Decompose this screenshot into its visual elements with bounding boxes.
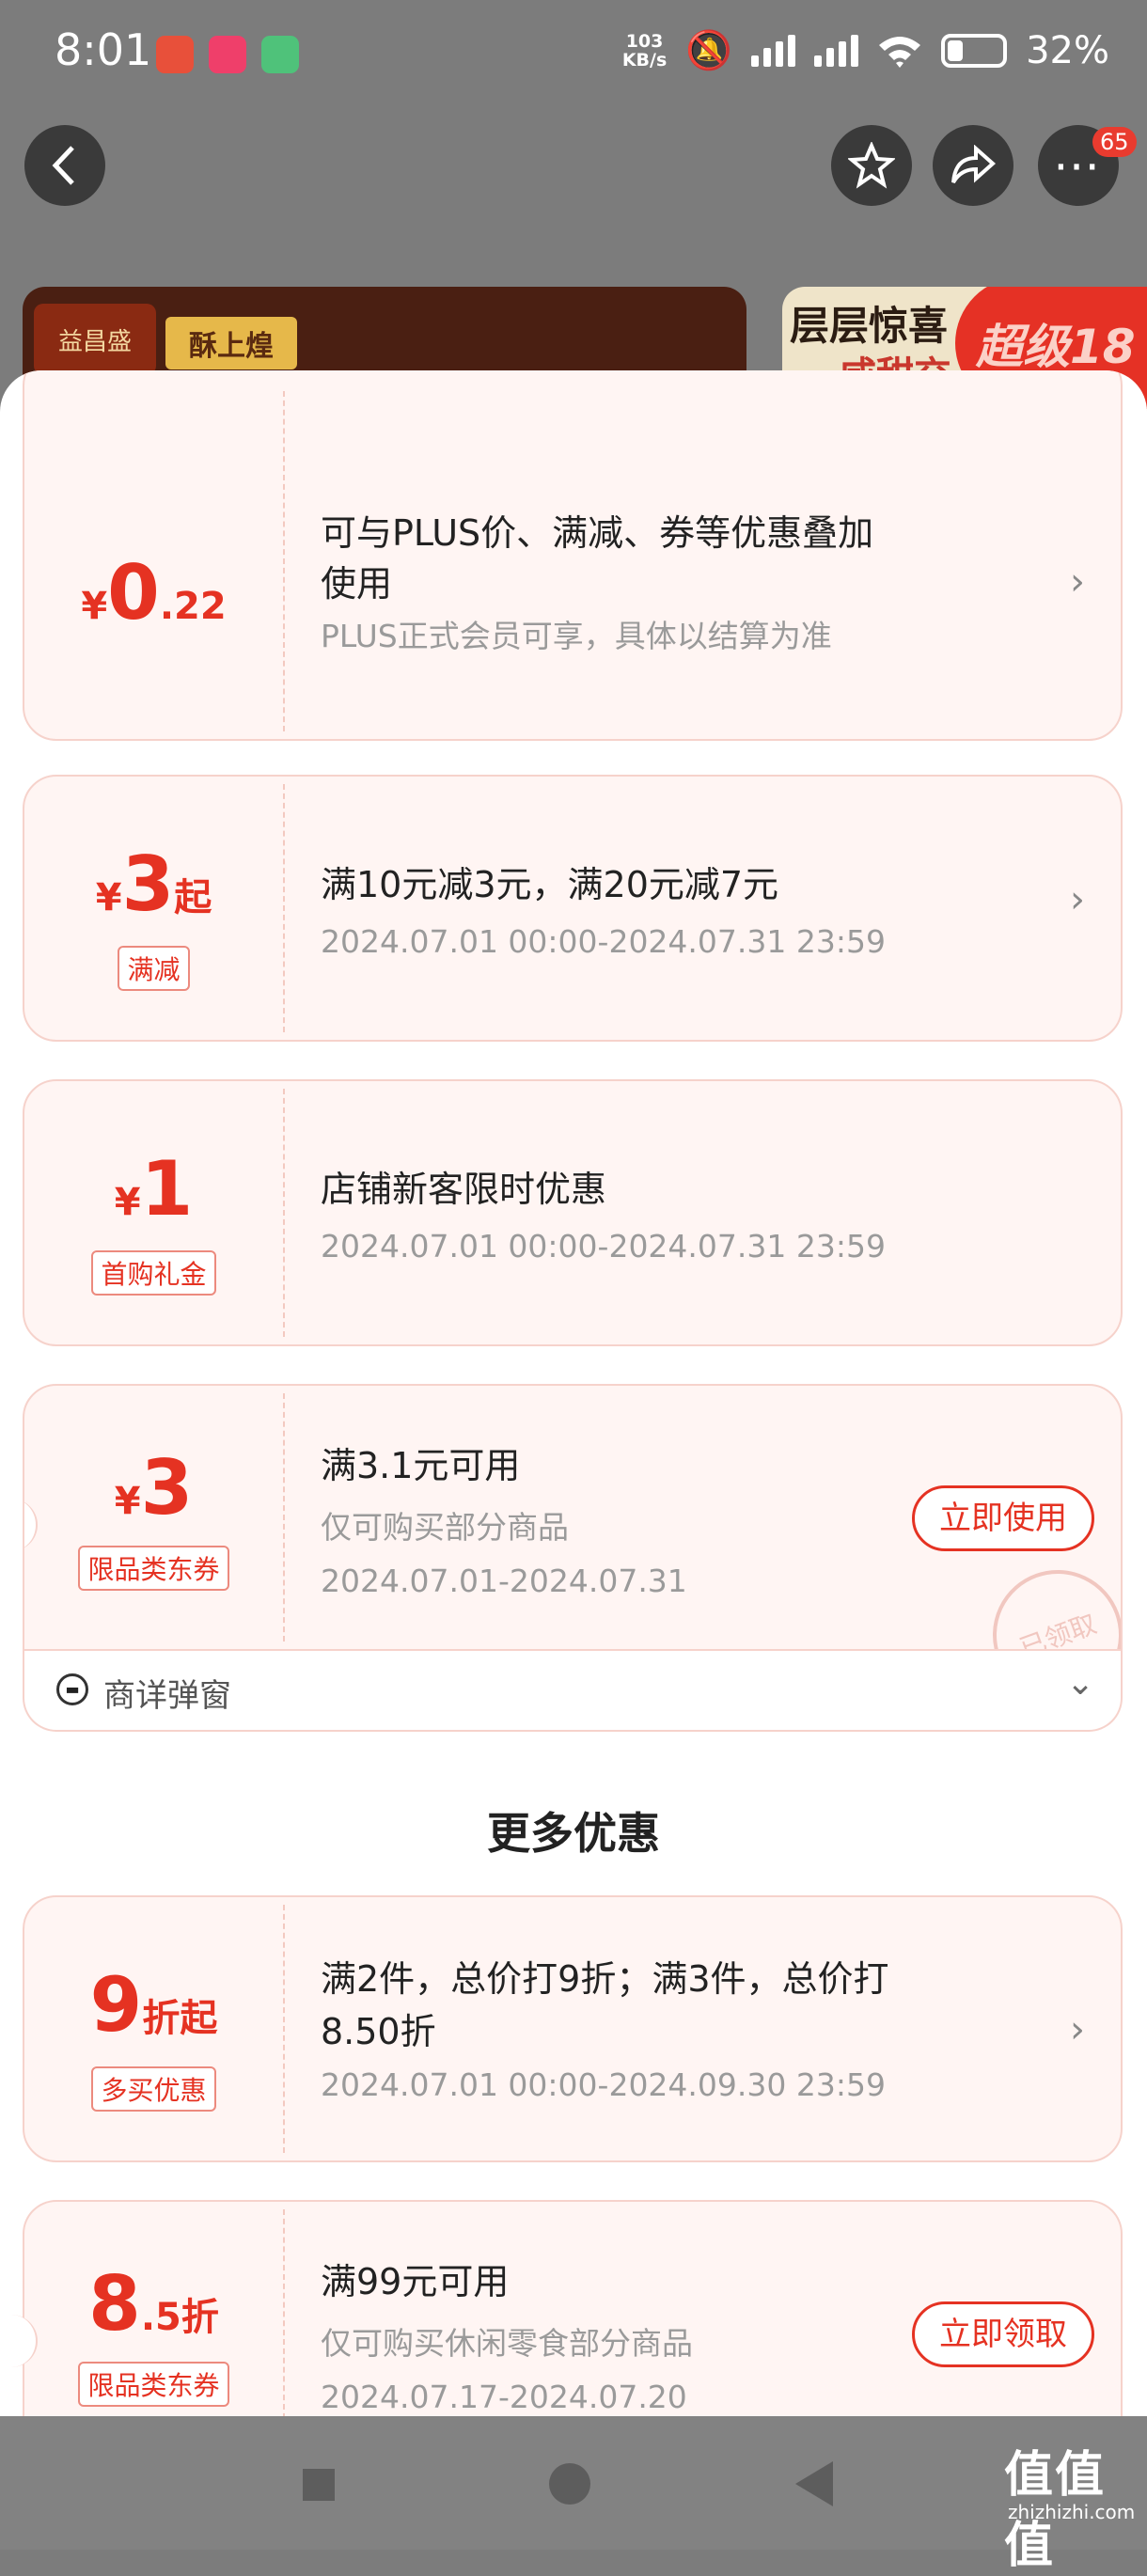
coupon-desc: 满3.1元可用 <box>321 1445 521 1486</box>
card-divider <box>283 1089 285 1337</box>
amount-value: 0 <box>107 549 160 636</box>
app-icon-red <box>156 36 194 73</box>
coupon-tag-label: 满减 <box>118 946 190 991</box>
amount-suffix: 起 <box>174 876 212 919</box>
card-divider <box>283 1393 285 1641</box>
coupon-card-discount[interactable]: ¥3起 满减 满10元减3元，满20元减7元 2024.07.01 00:00-… <box>23 775 1123 1042</box>
card-divider <box>283 784 285 1032</box>
back-button[interactable] <box>24 125 105 206</box>
status-right: 103 KB/s 🔕 32% <box>622 28 1109 73</box>
amount-value: 3 <box>121 840 175 928</box>
star-icon <box>848 142 895 189</box>
use-now-button[interactable]: 立即使用 <box>912 1485 1094 1551</box>
coupon-desc: 可与PLUS价、满减、券等优惠叠加 <box>321 512 874 554</box>
offer-desc-2: 8.50折 <box>321 2011 436 2052</box>
net-speed: 103 KB/s <box>622 32 667 70</box>
offer-desc: 满2件，总价打9折；满3件，总价打 <box>321 1958 889 2000</box>
app-icon-pink <box>209 36 246 73</box>
amount-suffix: .22 <box>159 585 227 628</box>
yen-symbol: ¥ <box>95 876 122 919</box>
coupon-amount: ¥1 <box>24 1145 283 1233</box>
battery-icon <box>941 33 1008 68</box>
back-arrow-icon <box>52 146 74 185</box>
coupon-scope: 仅可购买部分商品 <box>321 1509 569 1546</box>
coupon-tag: 首购礼金 <box>24 1250 283 1296</box>
offer-tag: 限品类东券 <box>24 2362 283 2407</box>
popup-icon: ▬ <box>56 1673 88 1705</box>
offer-amount: 9折起 <box>24 1961 283 2049</box>
brand-logo-2: 酥上煌 <box>165 317 297 369</box>
coupon-card-category[interactable]: ¥3 限品类东券 满3.1元可用 仅可购买部分商品 2024.07.01-202… <box>23 1384 1123 1651</box>
banner-right-line1: 层层惊喜 <box>790 303 949 349</box>
chevron-right-icon: › <box>1070 2008 1085 2051</box>
coupon-note: PLUS正式会员可享，具体以结算为准 <box>321 618 832 654</box>
coupon-card-plus[interactable]: ¥0.22 可与PLUS价、满减、券等优惠叠加 使用 PLUS正式会员可享，具体… <box>23 370 1123 741</box>
coupon-tag-label: 首购礼金 <box>91 1250 216 1296</box>
amount-suffix: 折起 <box>142 1997 218 2040</box>
net-speed-unit: KB/s <box>621 49 668 71</box>
amount-suffix: .5折 <box>140 2296 219 2339</box>
offer-tag-label: 限品类东券 <box>78 2362 229 2407</box>
coupon-validity: 2024.07.01-2024.07.31 <box>321 1563 687 1599</box>
amount-value: 3 <box>140 1444 194 1531</box>
coupon-sheet: 优惠 ¥0.22 可与PLUS价、满减、券等优惠叠加 使用 PLUS正式会员可享… <box>0 370 1147 2550</box>
card-divider <box>283 391 285 731</box>
amount-value: 1 <box>140 1145 194 1233</box>
offer-tag-label: 多买优惠 <box>91 2066 216 2112</box>
coupon-card-new-customer[interactable]: ¥1 首购礼金 店铺新客限时优惠 2024.07.01 00:00-2024.0… <box>23 1079 1123 1346</box>
offer-tag: 多买优惠 <box>24 2066 283 2112</box>
recents-button[interactable] <box>303 2469 335 2501</box>
coupon-tag: 满减 <box>24 946 283 991</box>
chevron-right-icon: › <box>1070 878 1085 921</box>
coupon-tag-label: 限品类东券 <box>78 1546 229 1591</box>
claimed-stamp: 已领取 <box>974 1551 1121 1649</box>
offer-desc: 满99元可用 <box>321 2261 510 2302</box>
coupon-desc: 店铺新客限时优惠 <box>321 1169 607 1210</box>
more-badge: 65 <box>1092 127 1137 157</box>
popup-label: 商详弹窗 <box>103 1677 231 1715</box>
coupon-desc: 满10元减3元，满20元减7元 <box>321 864 779 905</box>
yen-symbol: ¥ <box>114 1181 141 1224</box>
battery-level: 32% <box>1026 28 1109 72</box>
offer-validity: 2024.07.17-2024.07.20 <box>321 2379 687 2415</box>
more-offers-title: 更多优惠 <box>487 1808 660 1859</box>
yen-symbol: ¥ <box>81 585 108 628</box>
net-speed-value: 103 <box>625 30 664 52</box>
coupon-amount: ¥3 <box>24 1444 283 1531</box>
amount-value: 9 <box>89 1961 143 2049</box>
status-bar: 8:01 103 KB/s 🔕 32% <box>0 0 1147 113</box>
coupon-validity: 2024.07.01 00:00-2024.07.31 23:59 <box>321 1228 886 1264</box>
card-divider <box>283 1905 285 2153</box>
status-time: 8:01 <box>55 24 152 75</box>
coupon-tag: 限品类东券 <box>24 1546 283 1591</box>
system-back-button[interactable] <box>795 2461 833 2506</box>
claim-now-button[interactable]: 立即领取 <box>912 2301 1094 2367</box>
chevron-right-icon: › <box>1070 560 1085 604</box>
offer-amount: 8.5折 <box>24 2260 283 2348</box>
favorite-button[interactable] <box>831 125 912 206</box>
coupon-validity: 2024.07.01 00:00-2024.07.31 23:59 <box>321 923 886 960</box>
coupon-amount: ¥0.22 <box>24 549 283 636</box>
share-icon <box>951 145 997 184</box>
offer-scope: 仅可购买休闲零食部分商品 <box>321 2325 693 2362</box>
detail-popup-row[interactable]: ▬ 商详弹窗 ⌄ <box>23 1651 1123 1732</box>
signal-icon-2 <box>814 34 859 67</box>
offer-validity: 2024.07.01 00:00-2024.09.30 23:59 <box>321 2066 886 2103</box>
brand-logo-1: 益昌盛 <box>34 304 156 375</box>
yen-symbol: ¥ <box>114 1480 141 1523</box>
mute-icon: 🔕 <box>685 29 733 72</box>
wifi-icon <box>879 36 921 68</box>
coupon-desc-2: 使用 <box>321 563 393 605</box>
signal-icon <box>751 34 796 67</box>
watermark-url: zhizhizhi.com <box>1008 2501 1136 2523</box>
offer-card-multi-buy[interactable]: 9折起 多买优惠 满2件，总价打9折；满3件，总价打 8.50折 2024.07… <box>23 1895 1123 2162</box>
amount-value: 8 <box>88 2260 141 2348</box>
system-nav-bar <box>0 2416 1147 2550</box>
share-button[interactable] <box>933 125 1013 206</box>
home-button[interactable] <box>549 2463 590 2505</box>
app-icon-green <box>261 36 299 73</box>
chevron-down-icon: ⌄ <box>1066 1664 1095 1703</box>
coupon-amount: ¥3起 <box>24 840 283 928</box>
